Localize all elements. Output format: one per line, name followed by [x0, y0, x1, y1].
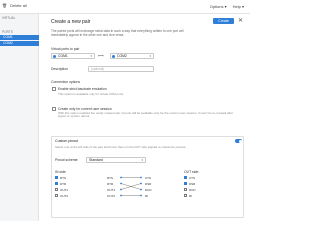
- pin-checkbox[interactable]: [184, 194, 187, 198]
- map-right-cts: CTS: [145, 176, 151, 180]
- map-right-dcd: DCD: [145, 188, 152, 192]
- toolbar: 🗑 Delete all Options ▾ Help ▾: [0, 0, 250, 14]
- virtual-pair-label: Virtual ports to pair: [51, 47, 80, 51]
- strict-baudrate-checkbox[interactable]: [52, 87, 56, 91]
- pin-checkbox[interactable]: [55, 182, 58, 186]
- pin-label: DCD: [189, 188, 196, 192]
- create-button[interactable]: Create: [213, 18, 234, 24]
- current-session-checkbox[interactable]: [52, 107, 56, 111]
- custom-pinout-description: Select one of the left side of the pair …: [55, 145, 187, 149]
- delete-all-label: Delete all: [10, 3, 27, 8]
- pin-label: DTR: [60, 182, 67, 186]
- pin-label: RTS: [60, 176, 66, 180]
- port-icon: [53, 55, 56, 58]
- pin-label: OUT1: [60, 188, 69, 192]
- strict-baudrate-label: Enable strict baudrate emulation: [58, 87, 107, 91]
- pinout-scheme-value: Standard: [89, 158, 103, 162]
- map-left-rts: RTS: [107, 176, 113, 180]
- pinout-scheme-label: Pinout scheme:: [55, 158, 79, 162]
- sidebar-item-com2[interactable]: COM2: [0, 41, 39, 46]
- chevron-down-icon: ▾: [90, 54, 92, 58]
- pin-label: RI: [189, 194, 192, 198]
- chevron-down-icon: ▾: [149, 54, 151, 58]
- pinout-connector-lines: [120, 176, 142, 197]
- strict-baudrate-subtext: This option is available only for virtua…: [58, 92, 124, 96]
- map-left-dtr: DTR: [107, 182, 114, 186]
- sidebar: VIRTUAL PORTS COM1 COM2: [0, 14, 39, 221]
- pin-checkbox[interactable]: [55, 176, 58, 180]
- map-left-out1: OUT1: [107, 188, 116, 192]
- pin-checkbox[interactable]: [184, 182, 187, 186]
- connection-options-title: Connection options: [51, 80, 81, 84]
- dialog-description: The paired ports will exchange serial da…: [51, 29, 184, 37]
- description-field-label: Description: [51, 67, 68, 71]
- help-label: Help: [232, 4, 241, 9]
- map-right-ri: RI: [145, 194, 148, 198]
- pin-checkbox[interactable]: [184, 188, 187, 192]
- sidebar-item-label: COM1: [3, 35, 13, 39]
- port-a-value: COM1: [58, 54, 68, 58]
- pin-label: OUT2: [60, 194, 69, 198]
- in-side-header: IN side:: [55, 170, 67, 174]
- create-pair-dialog: Create a new pair Create ✕ The paired po…: [40, 14, 250, 221]
- map-right-dsr: DSR: [145, 182, 152, 186]
- port-icon: [112, 55, 115, 58]
- pin-checkbox[interactable]: [184, 176, 187, 180]
- sidebar-item-label: COM2: [3, 41, 13, 45]
- pin-label: DSR: [189, 182, 196, 186]
- current-session-subtext: With this option enabled the newly creat…: [58, 111, 233, 119]
- options-menu[interactable]: Options ▾: [210, 4, 227, 9]
- dialog-title: Create a new pair: [51, 19, 91, 25]
- port-a-select[interactable]: COM1 ▾: [51, 53, 95, 59]
- pin-label: CTS: [189, 176, 195, 180]
- delete-all-button[interactable]: 🗑 Delete all: [2, 3, 27, 8]
- port-b-select[interactable]: COM2 ▾: [110, 53, 154, 59]
- close-icon[interactable]: ✕: [238, 17, 243, 24]
- sidebar-section-ports: PORTS: [2, 30, 13, 34]
- sidebar-item-com1[interactable]: COM1: [0, 35, 39, 40]
- sidebar-section-virtual: VIRTUAL: [2, 16, 16, 20]
- description-placeholder: (optional): [91, 67, 105, 71]
- pin-checkbox[interactable]: [55, 188, 58, 192]
- chevron-down-icon: ▾: [141, 158, 143, 162]
- trash-icon: 🗑: [2, 3, 8, 8]
- out-side-header: OUT side:: [184, 170, 200, 174]
- custom-pinout-title: Custom pinout: [55, 139, 79, 143]
- help-menu[interactable]: Help ▾: [233, 4, 244, 9]
- description-field[interactable]: (optional): [88, 66, 154, 72]
- custom-pinout-card: Custom pinout Select one of the left sid…: [51, 136, 244, 218]
- pin-checkbox[interactable]: [55, 194, 58, 198]
- pinout-scheme-select[interactable]: Standard ▾: [86, 157, 146, 163]
- custom-pinout-toggle[interactable]: [235, 139, 242, 143]
- options-label: Options: [209, 4, 224, 9]
- map-left-out2: OUT2: [107, 194, 116, 198]
- port-b-value: COM2: [117, 54, 127, 58]
- bidirectional-arrow-icon: ⟷: [98, 53, 104, 58]
